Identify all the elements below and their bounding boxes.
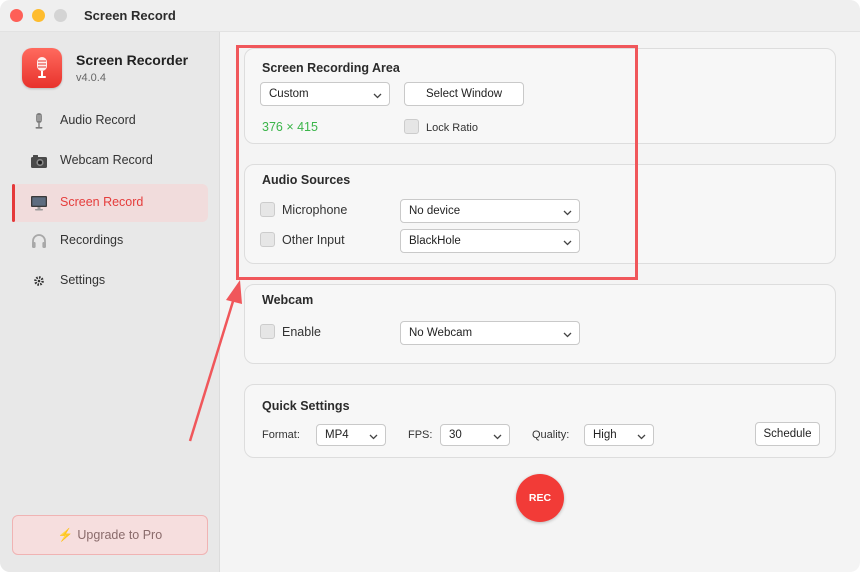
monitor-icon	[30, 194, 48, 212]
chevron-down-icon	[563, 332, 572, 338]
format-label: Format:	[262, 429, 300, 441]
format-value: MP4	[325, 429, 349, 441]
chevron-down-icon	[637, 434, 646, 440]
title-bar: Screen Record	[0, 0, 860, 32]
format-select[interactable]: MP4	[316, 424, 386, 446]
sidebar-item-label: Settings	[60, 273, 106, 287]
sidebar-item-webcam-record[interactable]: Webcam Record	[12, 142, 208, 180]
webcam-enable-checkbox[interactable]	[260, 324, 275, 339]
app-window: Screen Record Screen Recorder v4.0.4 Aud…	[0, 0, 860, 572]
webcam-card: Webcam Enable No Webcam	[244, 284, 836, 364]
sidebar-item-label: Audio Record	[60, 113, 136, 127]
quality-label: Quality:	[532, 429, 570, 441]
webcam-icon	[30, 152, 48, 170]
sidebar-item-audio-record[interactable]: Audio Record	[12, 102, 208, 140]
annotation-highlight-box	[236, 45, 638, 280]
webcam-enable-label: Enable	[282, 325, 321, 339]
webcam-device-value: No Webcam	[409, 327, 473, 339]
sidebar-item-label: Webcam Record	[60, 153, 153, 167]
window-title: Screen Record	[84, 8, 176, 23]
app-version: v4.0.4	[76, 72, 106, 84]
chevron-down-icon	[493, 434, 502, 440]
app-logo-icon	[22, 48, 62, 88]
zoom-window-button[interactable]	[54, 9, 67, 22]
upgrade-label: Upgrade to Pro	[77, 528, 163, 542]
quality-value: High	[593, 429, 617, 441]
fps-select[interactable]: 30	[440, 424, 510, 446]
upgrade-button[interactable]: ⚡ Upgrade to Pro	[12, 515, 208, 555]
app-name: Screen Recorder	[76, 52, 189, 68]
sidebar-item-recordings[interactable]: Recordings	[12, 222, 208, 260]
record-button[interactable]: REC	[516, 474, 564, 522]
microphone-icon	[30, 112, 48, 130]
quick-settings-card: Quick Settings Format: MP4 FPS: 30 Quali…	[244, 384, 836, 458]
lightning-icon: ⚡	[57, 528, 74, 542]
sidebar-item-label: Screen Record	[60, 195, 144, 209]
webcam-title: Webcam	[262, 293, 314, 307]
fps-value: 30	[449, 429, 462, 441]
webcam-device-select[interactable]: No Webcam	[400, 321, 580, 345]
sidebar-item-screen-record[interactable]: Screen Record	[12, 184, 208, 222]
minimize-window-button[interactable]	[32, 9, 45, 22]
sidebar-item-label: Recordings	[60, 233, 124, 247]
annotation-arrow	[188, 280, 242, 442]
close-window-button[interactable]	[10, 9, 23, 22]
quality-select[interactable]: High	[584, 424, 654, 446]
gear-icon	[30, 272, 48, 290]
quick-settings-title: Quick Settings	[262, 399, 350, 413]
chevron-down-icon	[369, 434, 378, 440]
fps-label: FPS:	[408, 429, 433, 441]
sidebar-item-settings[interactable]: Settings	[12, 262, 208, 300]
schedule-button[interactable]: Schedule	[755, 422, 820, 446]
headphones-icon	[30, 232, 48, 250]
